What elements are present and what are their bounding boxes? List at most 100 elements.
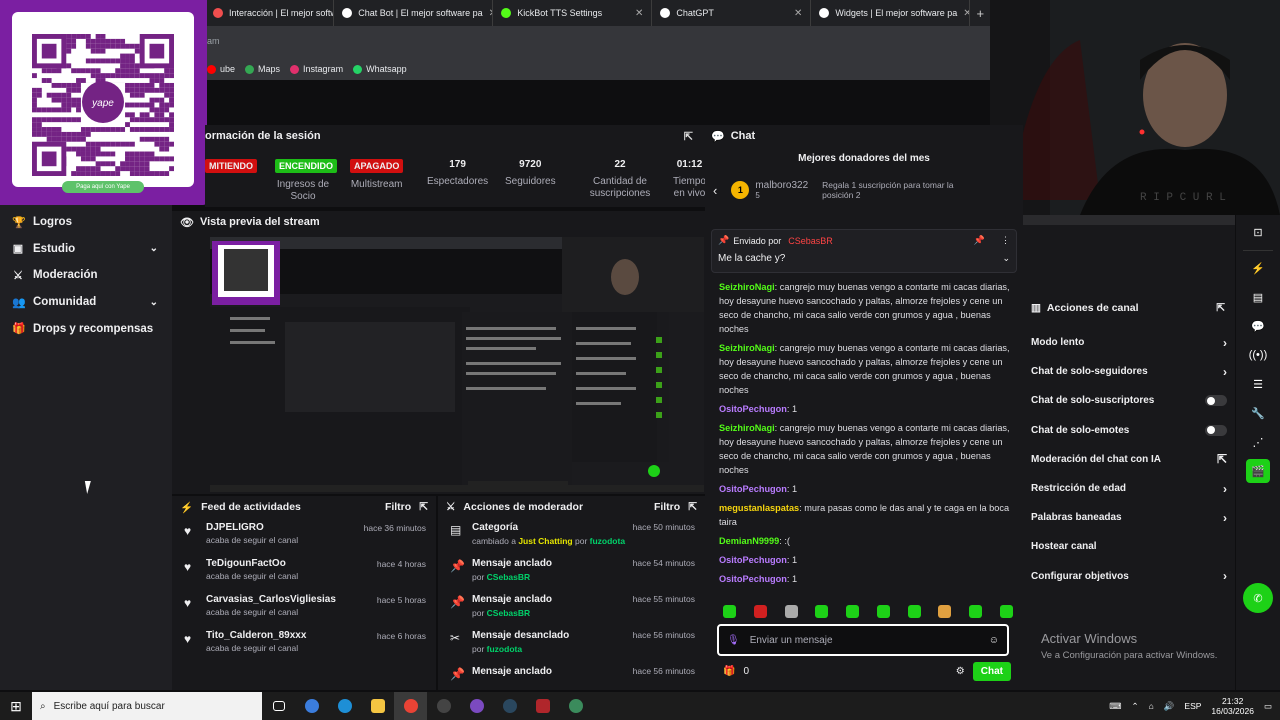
taskbar-search[interactable]: ⌕ Escribe aquí para buscar — [32, 692, 262, 720]
browser-tab[interactable]: ChatGPT ✕ — [652, 0, 812, 26]
emote-icon[interactable] — [815, 605, 829, 618]
notifications-icon[interactable]: ▭ — [1264, 701, 1272, 712]
browser-tab[interactable]: Widgets | El mejor software pa ✕ — [811, 0, 971, 26]
browser-tab[interactable]: KickBot TTS Settings ✕ — [493, 0, 653, 26]
chevron-right-icon[interactable]: › — [1223, 336, 1227, 350]
stream-preview-image[interactable] — [210, 237, 704, 492]
browser-tab[interactable]: Chat Bot | El mejor software pa✕ — [334, 0, 494, 26]
emote-icon[interactable] — [876, 605, 890, 618]
emote-icon[interactable] — [846, 605, 860, 618]
phone-icon[interactable]: ✆ — [1243, 583, 1273, 613]
close-icon[interactable]: ✕ — [794, 8, 802, 19]
chevron-right-icon[interactable]: › — [1223, 569, 1227, 583]
chrome-icon[interactable] — [394, 692, 427, 720]
screenshot-icon[interactable]: ⊡ — [1246, 220, 1270, 244]
broadcast-icon[interactable]: ((•)) — [1246, 343, 1270, 367]
keyboard-icon[interactable]: ⌨ — [1109, 701, 1121, 712]
channel-action-item[interactable]: Moderación del chat con IA ⇱ — [1023, 445, 1235, 474]
sidebar-item[interactable]: 🎁 Drops y recompensas — [0, 315, 172, 342]
close-icon[interactable]: ✕ — [635, 8, 643, 19]
clipboard-icon[interactable]: ▤ — [1246, 285, 1270, 309]
toggle-switch[interactable] — [1205, 395, 1227, 407]
channel-action-item[interactable]: Configurar objetivos › — [1023, 562, 1235, 591]
sidebar-item[interactable]: 👥 Comunidad ⌄ — [0, 289, 172, 316]
chat-username[interactable]: OsitoPechugon — [719, 555, 787, 565]
flash-icon[interactable]: ⚡ — [1246, 256, 1270, 280]
bookmark-item[interactable]: Whatsapp — [353, 64, 407, 74]
channel-action-item[interactable]: Palabras baneadas › — [1023, 503, 1235, 532]
mod-filter-button[interactable]: Filtro — [654, 501, 680, 513]
emote-icon[interactable] — [723, 605, 736, 618]
moderator-name[interactable]: CSebasBR — [487, 572, 530, 582]
channel-action-item[interactable]: Chat de solo-emotes — [1023, 416, 1235, 445]
chat-username[interactable]: OsitoPechugon — [719, 484, 787, 494]
address-bar[interactable]: am — [205, 26, 990, 58]
moderator-name[interactable]: fuzodota — [487, 644, 522, 654]
volume-icon[interactable]: 🔊 — [1164, 701, 1175, 712]
app-green-icon[interactable] — [559, 692, 592, 720]
windows-start-icon[interactable]: ⊞ — [0, 698, 32, 715]
chevron-right-icon[interactable]: › — [1223, 365, 1227, 379]
unpin-icon[interactable]: 📌 — [974, 235, 985, 246]
emoji-icon[interactable]: ☺ — [989, 635, 999, 646]
chevron-left-icon[interactable]: ‹ — [713, 183, 717, 198]
new-tab-button[interactable]: + — [970, 6, 990, 21]
edge-icon[interactable] — [328, 692, 361, 720]
chevron-down-icon[interactable]: ⌄ — [150, 297, 158, 308]
feed-filter-button[interactable]: Filtro — [385, 501, 411, 513]
chat-username[interactable]: megustanlaspatas — [719, 503, 799, 513]
channel-action-item[interactable]: Chat de solo-seguidores › — [1023, 357, 1235, 386]
chat-username[interactable]: SeizhiroNagi — [719, 423, 775, 433]
feed-username[interactable]: Carvasias_CarlosVigliesias — [206, 594, 377, 605]
channel-action-item[interactable]: Chat de solo-suscriptores — [1023, 386, 1235, 415]
file-explorer-icon[interactable] — [361, 692, 394, 720]
feed-username[interactable]: DJPELIGRO — [206, 522, 364, 533]
popout-icon[interactable]: ⇱ — [684, 130, 693, 143]
moderator-name[interactable]: CSebasBR — [487, 608, 530, 618]
close-icon[interactable]: ✕ — [963, 8, 969, 19]
chat-username[interactable]: OsitoPechugon — [719, 574, 787, 584]
moderator-name[interactable]: fuzodota — [590, 536, 625, 546]
chevron-right-icon[interactable]: › — [1223, 482, 1227, 496]
chat-username[interactable]: SeizhiroNagi — [719, 282, 775, 292]
clock[interactable]: 21:32 16/03/2026 — [1211, 696, 1254, 716]
sidebar-item[interactable]: 🏆 Logros — [0, 209, 172, 236]
list-icon[interactable]: ☰ — [1246, 372, 1270, 396]
clapper-icon[interactable]: 🎬 — [1246, 459, 1270, 483]
obs-icon[interactable] — [427, 692, 460, 720]
toggle-switch[interactable] — [1205, 424, 1227, 436]
microphone-icon[interactable]: 🎙 — [727, 635, 740, 646]
chat-username[interactable]: DemianN9999 — [719, 536, 779, 546]
chat-username[interactable]: SeizhiroNagi — [719, 343, 775, 353]
chevron-down-icon[interactable]: ⌄ — [1002, 253, 1010, 264]
popout-icon[interactable]: ⇱ — [419, 501, 428, 513]
chevron-right-icon[interactable]: › — [1223, 511, 1227, 525]
emote-icon[interactable] — [907, 605, 921, 618]
chat-icon[interactable]: 💬 — [1246, 314, 1270, 338]
channel-action-item[interactable]: Restricción de edad › — [1023, 474, 1235, 503]
steam-icon[interactable] — [493, 692, 526, 720]
sidebar-item[interactable]: ⚔ Moderación — [0, 262, 172, 289]
bookmark-item[interactable]: ube — [207, 64, 235, 74]
app-red-icon[interactable] — [526, 692, 559, 720]
feed-username[interactable]: Tito_Calderon_89xxx — [206, 630, 377, 641]
emote-icon[interactable] — [784, 605, 798, 618]
browser-tab[interactable]: Interacción | El mejor softwa✕ — [205, 0, 335, 26]
emote-icon[interactable] — [753, 605, 767, 618]
wrench-icon[interactable]: 🔧 — [1246, 401, 1270, 425]
chevron-up-icon[interactable]: ⌃ — [1132, 701, 1139, 712]
language-indicator[interactable]: ESP — [1184, 701, 1201, 711]
channel-action-item[interactable]: Hostear canal — [1023, 532, 1235, 561]
points-icon[interactable]: 🎁 — [723, 666, 735, 677]
chat-send-button[interactable]: Chat — [972, 661, 1011, 681]
network-icon[interactable]: ⌂ — [1149, 701, 1154, 711]
bookmark-item[interactable]: Maps — [245, 64, 280, 74]
emote-icon[interactable] — [938, 605, 952, 618]
emote-icon[interactable] — [969, 605, 983, 618]
share-icon[interactable]: ⋰ — [1246, 430, 1270, 454]
popout-icon[interactable]: ⇱ — [688, 501, 697, 513]
copilot-icon[interactable] — [295, 692, 328, 720]
task-view-icon[interactable] — [262, 692, 295, 720]
sidebar-item[interactable]: ▣ Estudio ⌄ — [0, 236, 172, 263]
chevron-down-icon[interactable]: ⌄ — [150, 243, 158, 254]
